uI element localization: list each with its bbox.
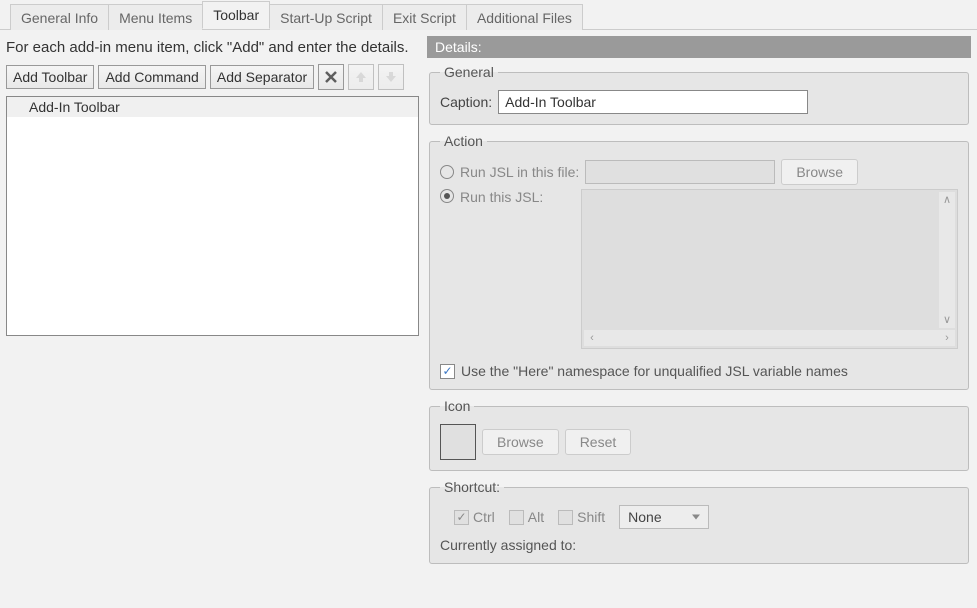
toolbar-button-row: Add Toolbar Add Command Add Separator [6,64,419,90]
move-up-button[interactable] [348,64,374,90]
run-jsl-radio[interactable] [440,189,454,203]
shift-checkbox[interactable] [558,510,573,525]
scroll-right-icon: › [939,330,955,346]
icon-legend: Icon [440,398,474,414]
tab-additional-files[interactable]: Additional Files [466,4,583,30]
alt-checkbox[interactable] [509,510,524,525]
use-here-label: Use the "Here" namespace for unqualified… [461,363,848,379]
details-header: Details: [427,36,971,58]
left-panel: For each add-in menu item, click "Add" a… [0,30,425,608]
tab-start-up-script[interactable]: Start-Up Script [269,4,383,30]
use-here-checkbox[interactable] [440,364,455,379]
tabs: General Info Menu Items Toolbar Start-Up… [0,0,977,30]
caption-label: Caption: [440,94,492,110]
ctrl-label: Ctrl [473,509,495,525]
icon-browse-button[interactable]: Browse [482,429,559,455]
caption-input[interactable] [498,90,808,114]
alt-label: Alt [528,509,544,525]
arrow-up-icon [354,70,368,84]
assigned-to-label: Currently assigned to: [440,537,958,553]
delete-button[interactable] [318,64,344,90]
shortcut-group: Shortcut: Ctrl Alt Shift None Currently … [429,479,969,564]
editor-vscroll[interactable]: ∧ ∨ [939,192,955,328]
run-file-radio[interactable] [440,165,454,179]
action-browse-button[interactable]: Browse [781,159,858,185]
tab-general-info[interactable]: General Info [10,4,109,30]
shortcut-key-select[interactable]: None [619,505,709,529]
action-legend: Action [440,133,487,149]
add-separator-button[interactable]: Add Separator [210,65,314,89]
tab-exit-script[interactable]: Exit Script [382,4,467,30]
icon-group: Icon Browse Reset [429,398,969,471]
shift-label: Shift [577,509,605,525]
run-file-input[interactable] [585,160,775,184]
editor-hscroll[interactable]: ‹ › [584,330,955,346]
scroll-up-icon: ∧ [939,192,955,208]
arrow-down-icon [384,70,398,84]
add-command-button[interactable]: Add Command [98,65,205,89]
general-legend: General [440,64,498,80]
scroll-down-icon: ∨ [939,312,955,328]
tab-toolbar[interactable]: Toolbar [202,1,270,29]
add-toolbar-button[interactable]: Add Toolbar [6,65,94,89]
instructions-text: For each add-in menu item, click "Add" a… [6,38,419,58]
tree-item[interactable]: Add-In Toolbar [7,97,418,117]
action-group: Action Run JSL in this file: Browse Run … [429,133,969,390]
scroll-left-icon: ‹ [584,330,600,346]
tab-menu-items[interactable]: Menu Items [108,4,203,30]
move-down-button[interactable] [378,64,404,90]
run-file-label: Run JSL in this file: [460,164,579,180]
jsl-editor[interactable]: ∧ ∨ ‹ › [581,189,958,349]
items-tree[interactable]: Add-In Toolbar [6,96,419,336]
ctrl-checkbox[interactable] [454,510,469,525]
icon-preview [440,424,476,460]
icon-reset-button[interactable]: Reset [565,429,632,455]
delete-x-icon [324,70,338,84]
shortcut-legend: Shortcut: [440,479,504,495]
general-group: General Caption: [429,64,969,125]
details-panel: Details: General Caption: Action Run JSL… [425,30,977,608]
run-jsl-label: Run this JSL: [460,189,575,205]
